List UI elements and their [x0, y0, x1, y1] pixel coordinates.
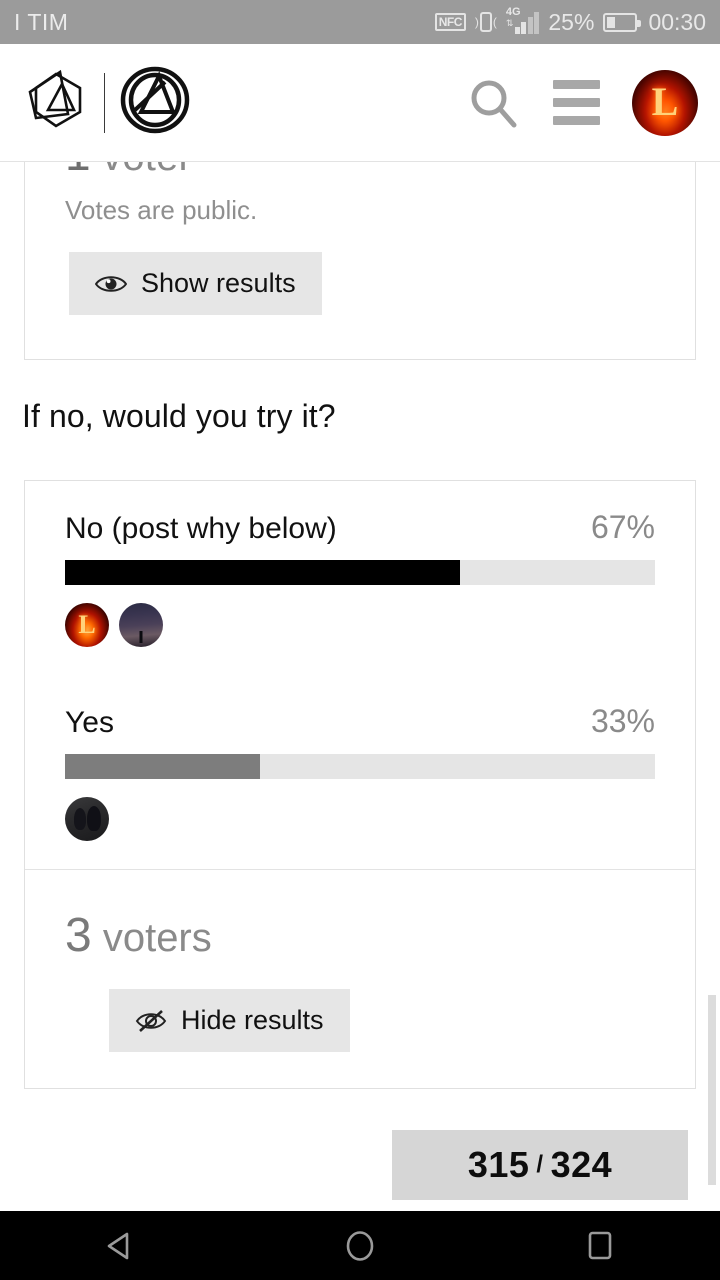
poll-question: If no, would you try it? [22, 398, 336, 434]
previous-poll-card: 1 voter Votes are public. Show results [24, 162, 696, 360]
voter-avatar-couple[interactable] [65, 797, 109, 841]
logo-divider [104, 72, 105, 133]
poll-option-voter-avatars [65, 603, 655, 675]
recents-square-icon[interactable] [540, 1226, 660, 1266]
battery-percent-label: 25% [548, 8, 595, 35]
poll-option-percent: 67% [590, 509, 655, 545]
vertical-scrollbar-thumb[interactable] [708, 995, 716, 1185]
page-counter-current: 315 [467, 1144, 530, 1185]
linkin-park-circle-logo-icon [119, 66, 191, 139]
poll-option-header: Yes 33% [65, 703, 655, 740]
hide-results-button[interactable]: Hide results [109, 989, 350, 1052]
poll-option-row[interactable]: Yes 33% [25, 675, 695, 869]
status-bar: I TIM NFC ) ( 4G ⇅ 25% 00:30 [0, 0, 720, 44]
phone-screen: I TIM NFC ) ( 4G ⇅ 25% 00:30 L Votes are… [0, 0, 720, 1280]
poll-option-bar-fill [65, 560, 461, 585]
back-triangle-icon[interactable] [60, 1226, 180, 1266]
poll-option-bar-fill [65, 754, 260, 779]
scroll-content[interactable]: 1 voter Votes are public. Show results I… [0, 162, 720, 1212]
poll-option-percent: 33% [590, 703, 655, 739]
page-counter-overlay: 315 / 324 [392, 1130, 688, 1200]
eye-slash-icon [135, 1009, 167, 1033]
vibrate-body [479, 12, 492, 32]
show-results-button[interactable]: Show results [69, 252, 322, 315]
site-logo[interactable] [22, 66, 191, 139]
poll-option-header: No (post why below) 67% [65, 509, 655, 546]
previous-poll-voters: 1 voter [25, 162, 695, 181]
nfc-icon: NFC [434, 13, 466, 31]
hide-results-label: Hide results [181, 1005, 324, 1035]
poll-option-voter-avatars [65, 797, 655, 869]
signal-bar-3 [527, 17, 533, 34]
hamburger-line-1 [553, 80, 600, 89]
hamburger-line-2 [553, 98, 600, 107]
clock-label: 00:30 [648, 8, 706, 35]
poll-option-bar-track [65, 754, 655, 779]
poll-voters-total: 3 voters [65, 908, 655, 963]
linkin-park-hexagon-logo-icon [22, 68, 90, 137]
app-header: L [0, 44, 720, 162]
avatar-flaming-l-glyph: L [651, 78, 679, 124]
battery-icon [603, 12, 642, 32]
status-bar-icons: NFC ) ( 4G ⇅ 25% 00:30 [434, 6, 706, 36]
battery-fill [607, 16, 616, 28]
poll-voters-label: voters [102, 916, 212, 960]
hamburger-menu-icon[interactable] [553, 80, 600, 125]
vibrate-wave-right: ( [492, 15, 497, 29]
poll-option-bar-track [65, 560, 655, 585]
signal-4g-icon: 4G ⇅ [505, 6, 540, 34]
signal-bar-4 [534, 12, 540, 34]
header-actions: L [467, 69, 698, 136]
android-nav-bar [0, 1211, 720, 1280]
show-results-label: Show results [141, 268, 296, 298]
previous-poll-voter-label: voter [102, 162, 192, 179]
poll-card: No (post why below) 67% Yes 33% [24, 480, 696, 1089]
signal-bar-1 [514, 27, 520, 34]
poll-option-label: No (post why below) [65, 512, 337, 545]
carrier-label: I TIM [14, 8, 69, 35]
signal-bar-2 [521, 22, 527, 34]
vibrate-wave-left: ) [474, 15, 479, 29]
data-arrows-icon: ⇅ [505, 18, 514, 28]
vibrate-icon: ) ( [475, 12, 497, 32]
user-avatar[interactable]: L [632, 69, 698, 136]
search-icon[interactable] [467, 76, 521, 130]
hamburger-line-3 [553, 116, 600, 125]
previous-poll-voter-count: 1 [65, 162, 91, 180]
poll-tally-section: 3 voters Hide results [25, 870, 695, 1088]
voter-avatar-flaming-l[interactable] [65, 603, 109, 647]
poll-voters-count: 3 [65, 909, 92, 962]
poll-option-row[interactable]: No (post why below) 67% [25, 481, 695, 675]
poll-option-label: Yes [65, 706, 114, 739]
network-type-label: 4G [505, 6, 521, 18]
page-counter-total: 324 [550, 1144, 613, 1185]
page-counter-separator: / [536, 1151, 544, 1178]
eye-icon [95, 273, 127, 295]
votes-public-note: Votes are public. [65, 195, 258, 225]
voter-avatar-night-sky[interactable] [119, 603, 163, 647]
home-circle-icon[interactable] [300, 1226, 420, 1266]
